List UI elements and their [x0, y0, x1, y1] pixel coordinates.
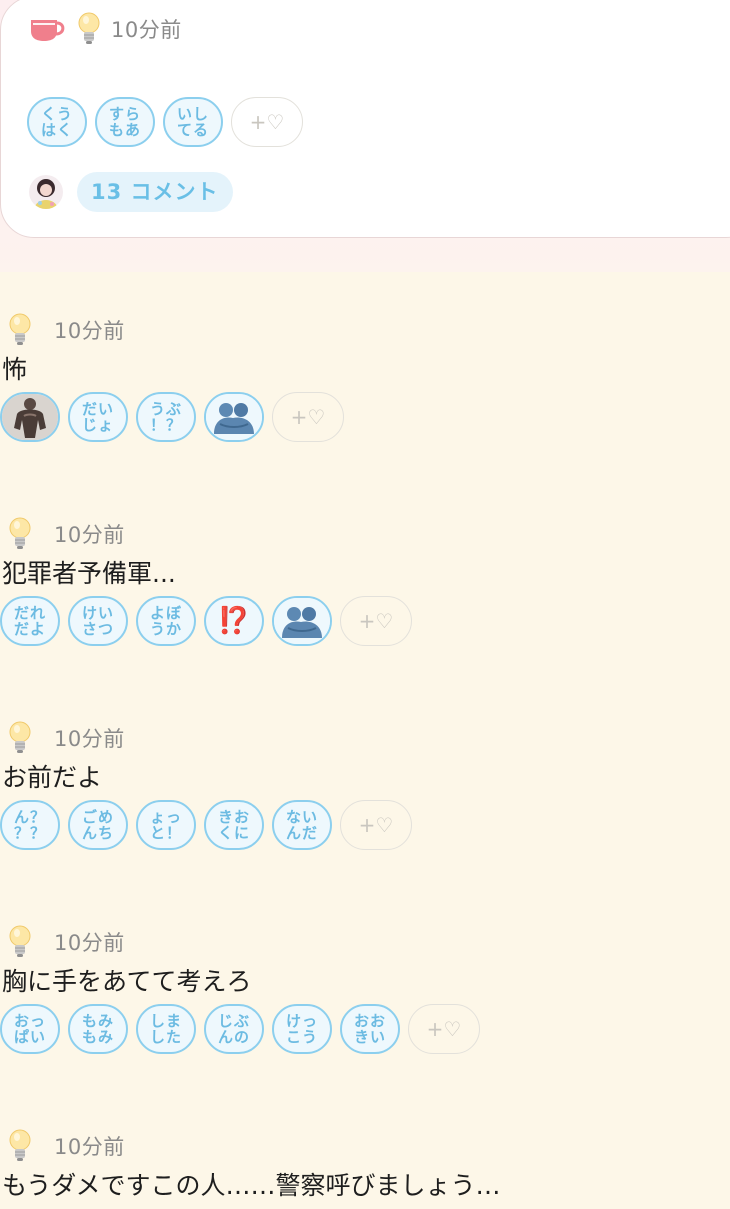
post-timestamp: 10分前: [54, 931, 125, 955]
post-text: 怖: [2, 355, 28, 384]
post-text: 犯罪者予備軍...: [2, 559, 176, 588]
add-reaction-label: +♡: [358, 609, 394, 633]
reaction-list: だい じょ うぶ ！？ +♡: [0, 392, 730, 442]
post-timestamp: 10分前: [54, 523, 125, 547]
reaction-button[interactable]: もみ もみ: [68, 1004, 128, 1054]
post-timestamp: 10分前: [111, 18, 182, 42]
reaction-button[interactable]: だい じょ: [68, 392, 128, 442]
add-reaction-label: +♡: [290, 405, 326, 429]
reaction-list: ん？ ？？ ごめ んち ょっ と！ きお くに ない んだ +♡: [0, 800, 730, 850]
post-timestamp: 10分前: [54, 727, 125, 751]
add-reaction-button[interactable]: +♡: [340, 596, 412, 646]
comment-row: 13 コメント: [29, 172, 233, 212]
reaction-button[interactable]: ん？ ？？: [0, 800, 60, 850]
lightbulb-icon: [8, 515, 32, 553]
reaction-label: おっ ぱい: [13, 1012, 46, 1046]
reaction-label: ごめ んち: [81, 808, 114, 842]
post-item[interactable]: 10分前怖だい じょ うぶ ！？ +♡: [0, 312, 730, 442]
post-header: 10分前: [0, 1128, 730, 1164]
post-header: 10分前: [0, 516, 730, 552]
reaction-button[interactable]: ない んだ: [272, 800, 332, 850]
reaction-label: くう はく: [40, 105, 73, 139]
reaction-button[interactable]: [204, 392, 264, 442]
post-timestamp: 10分前: [54, 1135, 125, 1159]
lightbulb-icon: [8, 1127, 32, 1165]
post-header: 10分前: [0, 720, 730, 756]
post-text: もうダメですこの人……警察呼びましょう…: [2, 1171, 501, 1200]
add-reaction-button[interactable]: +♡: [408, 1004, 480, 1054]
post-text: 胸に手をあてて考えろ: [2, 967, 252, 996]
post-item[interactable]: 10分前もうダメですこの人……警察呼びましょう…: [0, 1128, 730, 1204]
post-header: 10分前: [0, 312, 730, 348]
reaction-label: うぶ ！？: [149, 400, 182, 434]
add-reaction-label: +♡: [426, 1017, 462, 1041]
add-reaction-label: +♡: [358, 813, 394, 837]
lightbulb-icon: [8, 923, 32, 961]
reaction-label: ょっ と！: [149, 808, 182, 842]
post-text: お前だよ: [2, 763, 103, 792]
lightbulb-icon: [8, 719, 32, 757]
reaction-label: おお きい: [353, 1012, 386, 1046]
reaction-label: けっ こう: [285, 1012, 318, 1046]
reaction-label: じぶ んの: [217, 1012, 250, 1046]
reaction-button[interactable]: ⁉️: [204, 596, 264, 646]
reaction-label: だい じょ: [81, 400, 114, 434]
reaction-button[interactable]: けい さつ: [68, 596, 128, 646]
hug-statue-icon: [274, 598, 330, 644]
reaction-button[interactable]: うぶ ！？: [136, 392, 196, 442]
comment-count-button[interactable]: 13 コメント: [77, 172, 233, 212]
featured-reaction-list: くう はく すら もあ いし てる +♡: [27, 97, 303, 147]
reaction-button[interactable]: ごめ んち: [68, 800, 128, 850]
reaction-button[interactable]: よぼ うか: [136, 596, 196, 646]
reaction-button[interactable]: じぶ んの: [204, 1004, 264, 1054]
reaction-button[interactable]: くう はく: [27, 97, 87, 147]
reaction-label: けい さつ: [81, 604, 114, 638]
add-reaction-button[interactable]: +♡: [272, 392, 344, 442]
reaction-label: ない んだ: [285, 808, 318, 842]
reaction-button[interactable]: [272, 596, 332, 646]
reaction-label: きお くに: [217, 808, 250, 842]
reaction-label: もみ もみ: [81, 1012, 114, 1046]
reaction-button[interactable]: すら もあ: [95, 97, 155, 147]
lightbulb-icon: [8, 311, 32, 349]
featured-post-header: 10分前: [29, 11, 182, 47]
reaction-button[interactable]: しま した: [136, 1004, 196, 1054]
reaction-label: すら もあ: [108, 105, 141, 139]
post-timestamp: 10分前: [54, 319, 125, 343]
reaction-button[interactable]: [0, 392, 60, 442]
reaction-button[interactable]: けっ こう: [272, 1004, 332, 1054]
reaction-label: いし てる: [176, 105, 209, 139]
hug-statue-icon: [206, 394, 262, 440]
reaction-button[interactable]: ょっ と！: [136, 800, 196, 850]
reaction-label: よぼ うか: [149, 604, 182, 638]
reaction-button[interactable]: きお くに: [204, 800, 264, 850]
reaction-label: だれ だよ: [13, 604, 46, 638]
avatar[interactable]: [29, 175, 63, 209]
add-reaction-button[interactable]: +♡: [231, 97, 303, 147]
post-item[interactable]: 10分前犯罪者予備軍... だれ だよ けい さつ よぼ うか ⁉️ +♡: [0, 516, 730, 646]
reaction-label: ん？ ？？: [13, 808, 46, 842]
lightbulb-icon: [77, 10, 101, 48]
teacup-icon: [29, 15, 67, 43]
reaction-button[interactable]: おっ ぱい: [0, 1004, 60, 1054]
reaction-button[interactable]: いし てる: [163, 97, 223, 147]
reaction-button[interactable]: だれ だよ: [0, 596, 60, 646]
add-reaction-label: +♡: [249, 110, 285, 134]
post-item[interactable]: 10分前 胸に手をあてて考えろ おっ ぱい もみ もみ しま した じぶ んの けっ こうお…: [0, 924, 730, 1054]
exclamation-question-icon: ⁉️: [217, 606, 251, 636]
reaction-button[interactable]: おお きい: [340, 1004, 400, 1054]
featured-post-card[interactable]: 10分前 くう はく すら もあ いし てる +♡ 13 コメント: [0, 0, 730, 238]
muscle-man-icon: [2, 394, 58, 440]
add-reaction-button[interactable]: +♡: [340, 800, 412, 850]
post-item[interactable]: 10分前お前だよん？ ？？ ごめ んち ょっ と！ きお くに ない んだ +♡: [0, 720, 730, 850]
post-header: 10分前: [0, 924, 730, 960]
reaction-label: しま した: [149, 1012, 182, 1046]
reaction-list: だれ だよ けい さつ よぼ うか ⁉️ +♡: [0, 596, 730, 646]
reaction-list: おっ ぱい もみ もみ しま した じぶ んの けっ こう おお きい +♡: [0, 1004, 730, 1054]
